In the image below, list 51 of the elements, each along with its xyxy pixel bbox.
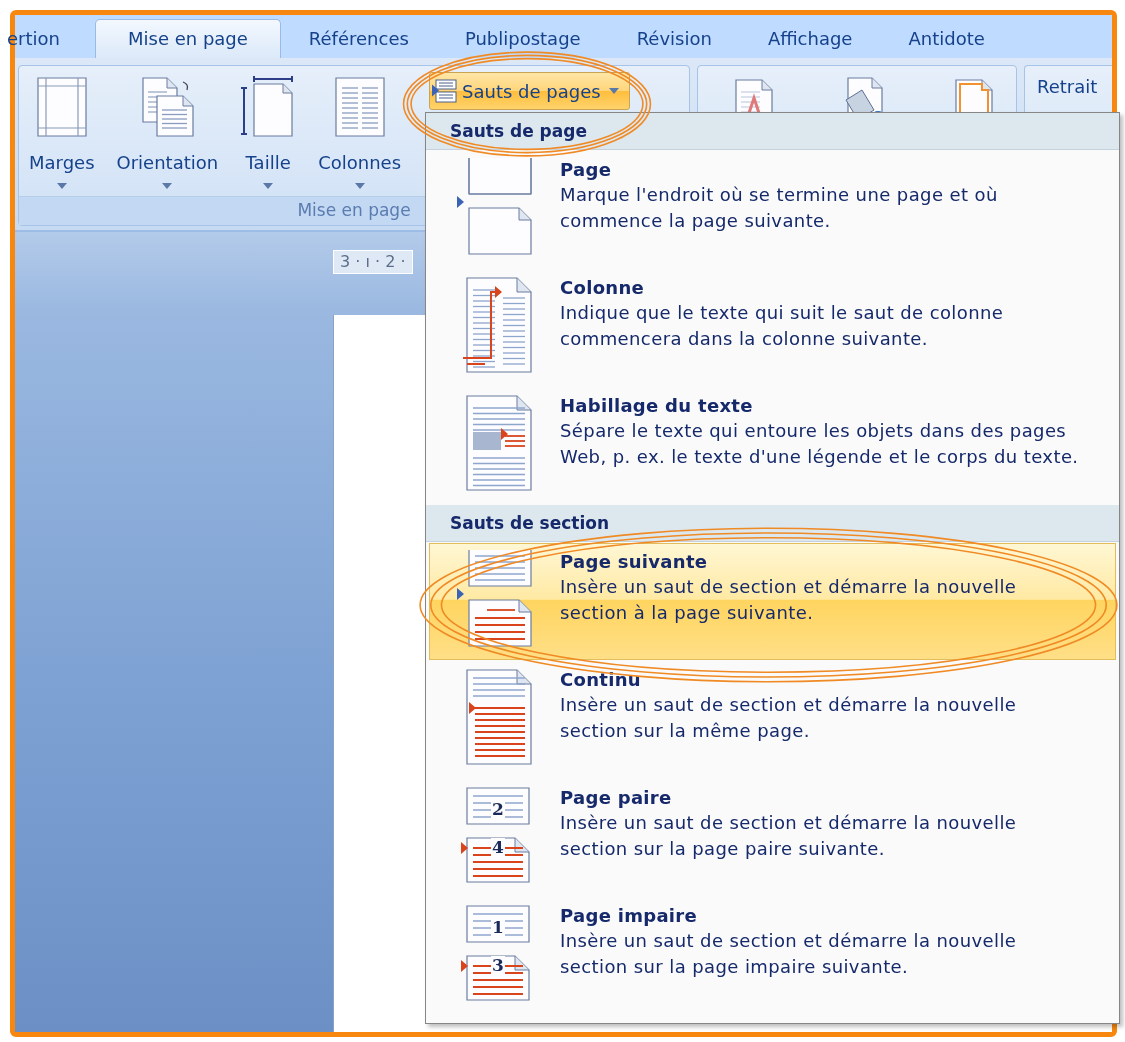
menu-item-description: Insère un saut de section et démarre la nouvelle section à la page suivante.: [560, 575, 1018, 625]
indent-label: Retrait: [1037, 76, 1098, 97]
ribbon-button[interactable]: Orientation: [114, 72, 221, 196]
ribbon-button[interactable]: Colonnes: [316, 72, 404, 196]
menu-item[interactable]: Colonne Indique que le texte qui suit le saut de colonne commencera dans la colonne suivante.: [429, 269, 1116, 386]
page-break-icon: [432, 79, 459, 103]
page-icon: [466, 905, 530, 943]
page-number: 3: [492, 955, 504, 975]
ribbon-tab[interactable]: Révision: [608, 20, 740, 58]
menu-item-title: Colonne: [560, 276, 646, 300]
menu-item-title: Continu: [560, 668, 642, 692]
ribbon-tab[interactable]: Mise en page: [94, 19, 281, 58]
menu-item[interactable]: 2 4 Page paire Insère un saut de section et démarre la nouvelle section sur la page paire suivante.: [429, 779, 1116, 896]
page-number: 1: [492, 917, 504, 937]
page-icon: [466, 837, 530, 883]
marker-icon: [461, 842, 468, 854]
caret-icon: [56, 183, 67, 189]
menu-item-title: Habillage du texte: [560, 394, 754, 418]
menu-item[interactable]: Continu Insère un saut de section et démarre la nouvelle section sur la même page.: [429, 661, 1116, 778]
menu-item-title: Page impaire: [560, 904, 699, 928]
page-icon: [466, 955, 530, 1001]
menu-item-description: Insère un saut de section et démarre la nouvelle section sur la page impaire suivante.: [560, 929, 1018, 979]
ribbon-button[interactable]: Taille: [238, 72, 299, 196]
menu-item-description: Insère un saut de section et démarre la nouvelle section sur la même page.: [560, 693, 1018, 743]
menu-section-header: Sauts de section: [426, 505, 1119, 542]
menu-item-title: Page paire: [560, 786, 673, 810]
menu-item-title: Page: [560, 158, 613, 182]
breaks-button[interactable]: Sauts de pages: [429, 72, 630, 110]
ribbon-tab[interactable]: Publipostage: [436, 20, 609, 58]
caret-icon: [162, 183, 173, 189]
menu-item[interactable]: 1 3 Page impaire Insère un saut de section et démarre la nouvelle section sur la page impaire suivante.: [429, 897, 1116, 1014]
menu-item[interactable]: Habillage du texte Sépare le texte qui entoure les objets dans des pages Web, p. ex. le texte d'une légende et le corps du texte.: [429, 387, 1116, 504]
caret-icon: [263, 183, 274, 189]
orientation-icon: [139, 76, 196, 138]
ruler: 3 · ı · 2 ·: [333, 250, 413, 274]
menu-item[interactable]: Page suivante Insère un saut de section et démarre la nouvelle section à la page suivante.: [429, 543, 1116, 660]
menu-item-description: Insère un saut de section et démarre la nouvelle section sur la page paire suivante.: [560, 811, 1018, 861]
menu-item-description: Indique que le texte qui suit le saut de colonne commencera dans la colonne suivante.: [560, 301, 1005, 351]
ribbon-tab[interactable]: Affichage: [739, 20, 881, 58]
page-number: 2: [492, 799, 504, 819]
page-icon: [466, 787, 530, 825]
page-number: 4: [492, 837, 504, 857]
menu-item-title: Page suivante: [560, 550, 709, 574]
marker-icon: [461, 960, 468, 972]
ribbon-tab[interactable]: Antidote: [880, 20, 1013, 58]
ribbon-button[interactable]: Marges: [27, 72, 97, 196]
menu-section-header: Sauts de page: [426, 113, 1119, 150]
caret-icon: [608, 88, 619, 94]
caret-icon: [354, 183, 365, 189]
menu-item-description: Sépare le texte qui entoure les objets dans des pages Web, p. ex. le texte d'une légende et le corps du texte.: [560, 419, 1080, 469]
ribbon-tab[interactable]: Références: [280, 20, 437, 58]
